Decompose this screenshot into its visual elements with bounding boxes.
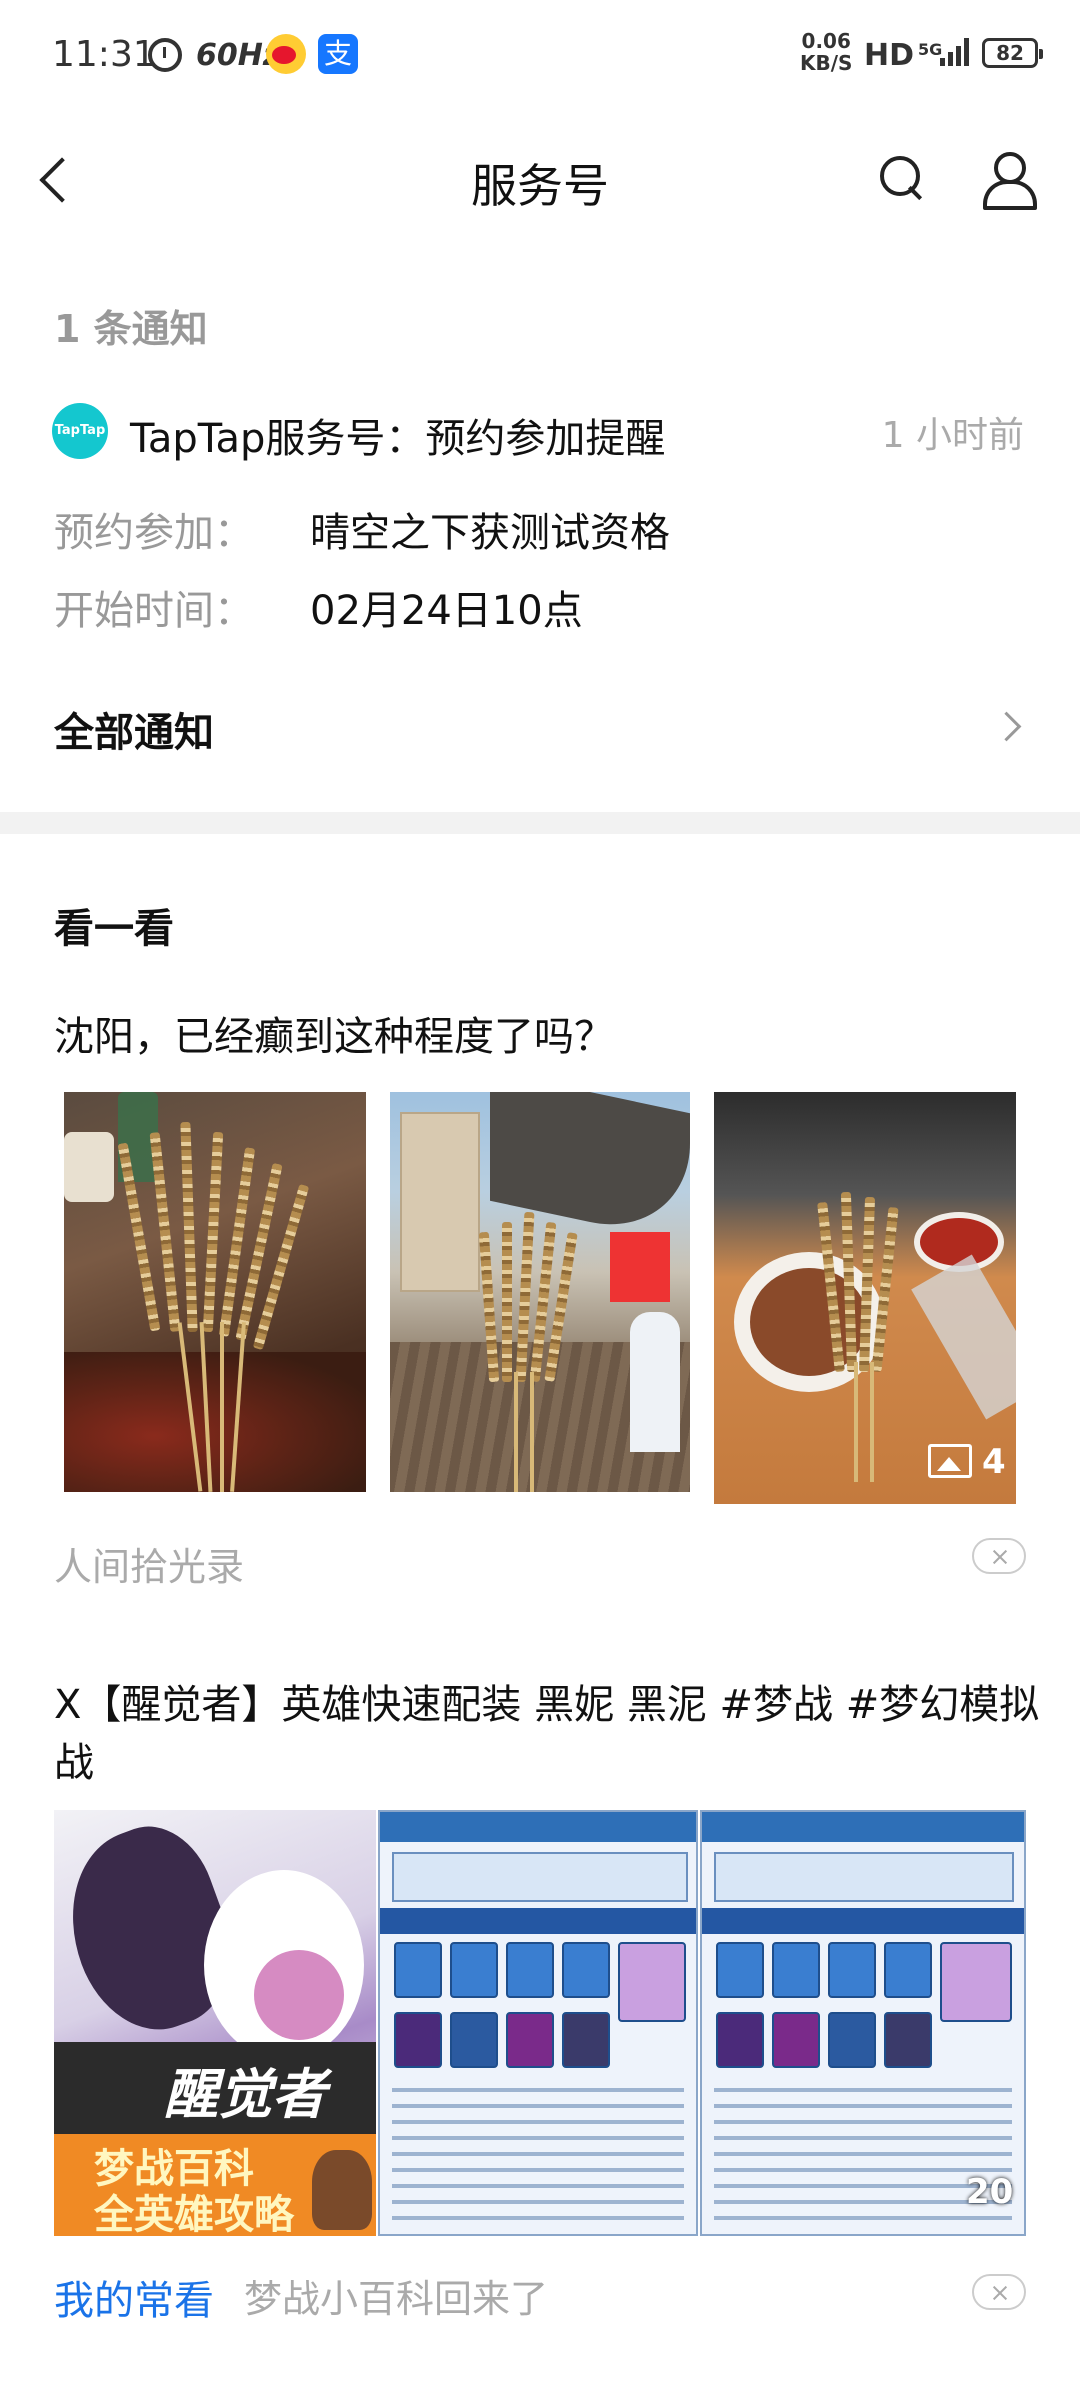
my-frequent-tag[interactable]: 我的常看	[54, 2268, 214, 2326]
chevron-right-icon	[996, 712, 1022, 738]
status-bar: 11:31 60Hz 支 0.06 KB/S HD 5G 82	[0, 0, 1080, 110]
image-count: 20	[966, 2172, 1014, 2212]
section-title: 看一看	[54, 906, 174, 952]
notification-title: TapTap服务号：预约参加提醒	[130, 416, 666, 462]
gallery-icon	[928, 1444, 972, 1478]
weibo-icon	[266, 34, 306, 74]
network-speed: 0.06 KB/S	[800, 30, 852, 74]
taptap-logo: TapTap	[52, 403, 108, 459]
alarm-icon	[148, 38, 182, 72]
row-value: 02月24日10点	[310, 588, 583, 634]
network-type: 5G	[918, 40, 943, 59]
close-icon[interactable]	[972, 1538, 1026, 1574]
signal-icon	[940, 36, 970, 66]
network-speed-value: 0.06	[801, 29, 851, 53]
post-source[interactable]: 梦战小百科回来了	[244, 2268, 548, 2323]
network-speed-unit: KB/S	[800, 51, 853, 75]
section-divider	[0, 812, 1080, 834]
row-label: 预约参加：	[54, 510, 254, 556]
user-icon[interactable]	[980, 150, 1037, 210]
row-value: 晴空之下获测试资格	[310, 510, 670, 556]
post-image[interactable]: 醒觉者 梦战百科 全英雄攻略	[54, 1810, 376, 2236]
cover-title: 醒觉者	[164, 2063, 326, 2126]
post-title[interactable]: X【醒觉者】英雄快速配装 黑妮 黑泥 #梦战 #梦幻模拟战	[54, 1676, 1044, 1792]
post-image[interactable]: 20	[700, 1810, 1026, 2236]
post-image[interactable]: 4	[714, 1092, 1016, 1504]
cover-subtitle: 全英雄攻略	[94, 2192, 294, 2236]
post-title[interactable]: 沈阳，已经癫到这种程度了吗？	[54, 1004, 614, 1062]
battery-icon: 82	[982, 38, 1043, 68]
notification-time: 1 小时前	[881, 415, 1024, 456]
hd-indicator: HD	[864, 38, 915, 73]
post-image[interactable]	[390, 1092, 690, 1492]
image-count: 4	[982, 1442, 1006, 1482]
alipay-icon: 支	[318, 34, 358, 74]
top-bar: 服务号	[0, 110, 1080, 240]
post-image[interactable]	[378, 1810, 698, 2236]
post-image[interactable]	[64, 1092, 366, 1492]
notification-count: 1 条通知	[54, 307, 208, 351]
all-notifications-label: 全部通知	[54, 710, 214, 756]
post-source[interactable]: 人间拾光录	[54, 1536, 244, 1591]
row-label: 开始时间：	[54, 588, 254, 634]
close-icon[interactable]	[972, 2274, 1026, 2310]
search-icon[interactable]	[876, 152, 928, 204]
status-time: 11:31	[52, 34, 156, 75]
